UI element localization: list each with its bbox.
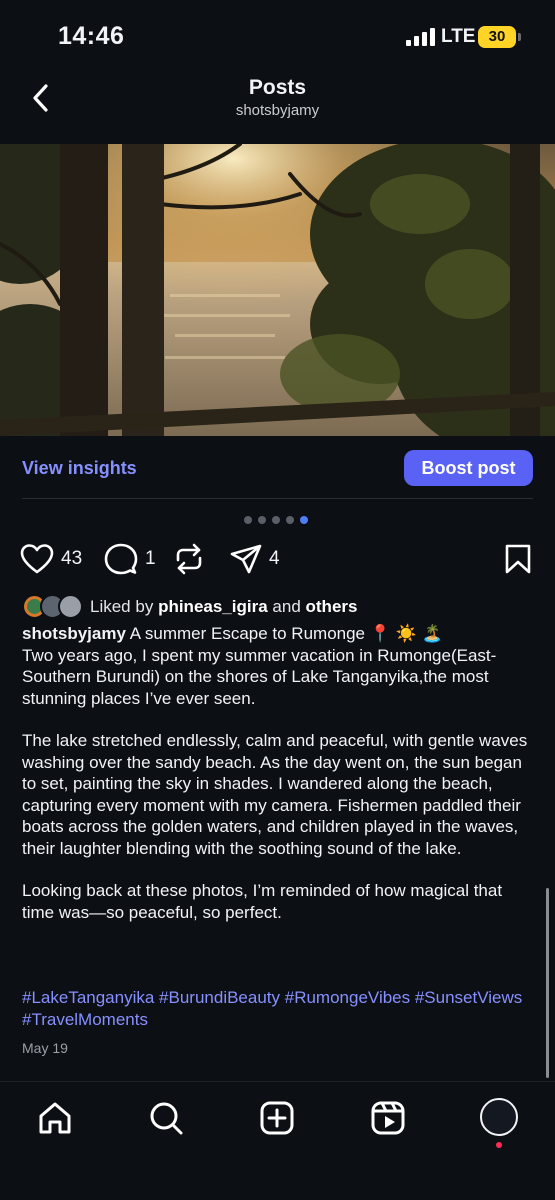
status-bar: 14:46 LTE 30 [0,0,555,70]
battery-icon: 30 [478,26,521,48]
reels-icon[interactable] [368,1098,408,1138]
post-caption: shotsbyjamy A summer Escape to Rumonge 📍… [22,623,537,923]
comment-icon [104,543,138,575]
page-title: Posts [248,76,307,99]
send-icon [230,544,262,574]
comment-count[interactable]: 1 [145,548,156,570]
caption-username[interactable]: shotsbyjamy [22,624,126,643]
carousel-indicator [244,516,308,524]
post-date: May 19 [22,1040,68,1056]
liked-by-row[interactable]: Liked by phineas_igira and others [22,594,357,620]
carousel-dot [286,516,294,524]
bottom-tab-bar [0,1081,555,1200]
repost-button[interactable] [174,540,204,578]
save-button[interactable] [504,540,532,578]
home-icon[interactable] [35,1098,75,1138]
action-bar: 43 1 4 [0,540,555,580]
caption-headline: A summer Escape to Rumonge 📍 ☀️ 🏝️ [129,624,443,643]
liker-avatars [22,594,84,620]
boost-post-button[interactable]: Boost post [404,450,533,486]
like-button[interactable]: 43 [20,540,82,578]
signal-icon [406,28,435,46]
liked-by-prefix: Liked by [90,597,154,616]
caption-paragraph-1: Two years ago, I spent my summer vacatio… [22,645,497,708]
comment-button[interactable]: 1 [104,540,156,578]
share-count[interactable]: 4 [269,548,280,570]
carousel-dot [272,516,280,524]
liker-username[interactable]: phineas_igira [158,597,268,616]
view-insights-link[interactable]: View insights [22,458,137,479]
hashtags[interactable]: #LakeTanganyika #BurundiBeauty #RumongeV… [22,987,537,1030]
carousel-dot-active [300,516,308,524]
caption-paragraph-2: The lake stretched endlessly, calm and p… [22,731,528,858]
page-subtitle[interactable]: shotsbyjamy [0,102,555,119]
post-photo[interactable] [0,144,555,436]
avatar [58,594,83,619]
bookmark-icon [505,544,531,574]
heart-icon [20,544,54,574]
carousel-dot [244,516,252,524]
liked-by-text: Liked by phineas_igira and others [90,597,357,617]
header: Posts shotsbyjamy [0,70,555,144]
share-button[interactable]: 4 [230,540,280,578]
profile-avatar[interactable] [480,1098,518,1136]
insights-row: View insights Boost post [0,436,555,498]
sunset-photo [0,144,555,436]
carousel-dot [258,516,266,524]
caption-paragraph-3: Looking back at these photos, I’m remind… [22,881,503,922]
like-count[interactable]: 43 [61,548,82,570]
network-label: LTE [441,26,476,47]
liked-by-joiner: and [272,597,301,616]
create-icon[interactable] [257,1098,297,1138]
search-icon[interactable] [146,1098,186,1138]
repost-icon [176,543,202,575]
liked-by-others[interactable]: others [306,597,358,616]
status-time: 14:46 [58,22,125,50]
scroll-indicator[interactable] [546,888,549,1078]
divider [22,498,533,499]
notification-dot [496,1142,502,1148]
